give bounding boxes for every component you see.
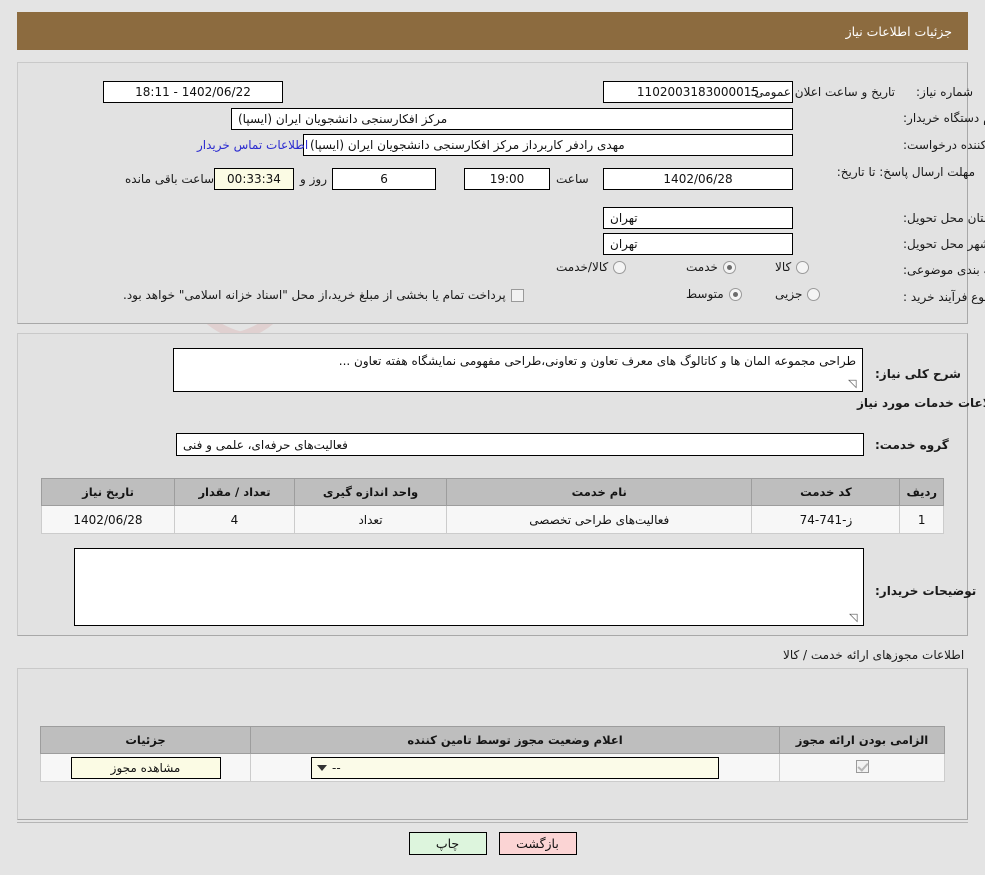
hour-label: ساعت: [556, 172, 589, 186]
category-option-label: کالا: [775, 260, 792, 274]
remaining-label: ساعت باقی مانده: [125, 172, 215, 186]
radio-icon[interactable]: [728, 287, 742, 301]
province-label: استان محل تحویل:: [903, 211, 985, 225]
table-cell: 1402/06/28: [41, 505, 175, 534]
category-option-kala[interactable]: کالا: [775, 260, 810, 274]
table-row: 1 ز-741-74 فعالیت‌های طراحی تخصصی تعداد 4 140…: [41, 505, 944, 534]
buyer-notes-label: توضیحات خریدار:: [875, 584, 977, 598]
license-required-cell: [779, 753, 945, 782]
licenses-section-label: اطلاعات مجوزهای ارائه خدمت / کالا: [783, 648, 965, 662]
footer-divider: [17, 822, 968, 823]
need-number-label: شماره نیاز:: [916, 85, 973, 99]
process-option-motavaset[interactable]: متوسط: [686, 287, 742, 301]
need-desc-label: شرح کلی نیاز:: [875, 367, 961, 381]
table-cell: 4: [174, 505, 295, 534]
column-header: اعلام وضعیت مجوز توسط تامین کننده: [250, 726, 780, 754]
services-table: ردیف کد خدمت نام خدمت واحد اندازه گیری تعداد…: [41, 478, 944, 534]
license-status-cell: --: [250, 753, 780, 782]
page-title-text: جزئیات اطلاعات نیاز: [845, 23, 952, 39]
need-desc-textarea[interactable]: طراحی مجموعه المان ها و کاتالوگ های معرف…: [173, 348, 863, 392]
footer-buttons: بازگشت چاپ: [0, 832, 985, 855]
column-header: کد خدمت: [751, 478, 901, 506]
table-header-row: الزامی بودن ارائه مجوز اعلام وضعیت مجوز ت…: [40, 726, 945, 754]
process-label: نوع فرآیند خرید :: [903, 290, 985, 304]
deadline-time-value: 19:00: [464, 168, 550, 190]
page-title: جزئیات اطلاعات نیاز: [17, 12, 968, 50]
category-option-kala-khedmat[interactable]: کالا/خدمت: [556, 260, 627, 274]
deadline-label: مهلت ارسال پاسخ: تا تاریخ:: [836, 165, 975, 179]
table-cell: تعداد: [294, 505, 447, 534]
column-header: واحد اندازه گیری: [294, 478, 447, 506]
announce-value: 1402/06/22 - 18:11: [103, 81, 283, 103]
radio-icon[interactable]: [796, 260, 810, 274]
resize-grip-icon[interactable]: ◸: [848, 377, 860, 390]
requester-label: ایجاد کننده درخواست:: [903, 138, 985, 152]
radio-icon[interactable]: [807, 287, 821, 301]
deadline-date-value: 1402/06/28: [603, 168, 793, 190]
buyer-notes-textarea[interactable]: ◸: [74, 548, 864, 626]
radio-icon[interactable]: [613, 260, 627, 274]
service-group-value: فعالیت‌های حرفه‌ای، علمی و فنی: [176, 433, 864, 456]
process-option-label: متوسط: [686, 287, 724, 301]
table-cell: ز-741-74: [751, 505, 901, 534]
checkbox-icon: [855, 759, 869, 773]
requester-value: مهدی رادفر کاربرداز مرکز افکارسنجی دانشج…: [303, 134, 793, 156]
service-group-label: گروه خدمت:: [875, 438, 949, 452]
days-label: روز و: [300, 172, 327, 186]
countdown-value: 00:33:34: [214, 168, 294, 190]
column-header: ردیف: [899, 478, 944, 506]
column-header: نام خدمت: [445, 478, 753, 506]
treasury-checkbox-row[interactable]: پرداخت تمام یا بخشی از مبلغ خرید،از محل …: [123, 288, 524, 302]
license-status-value: --: [332, 760, 341, 775]
chevron-down-icon: [317, 764, 327, 771]
view-license-button[interactable]: مشاهده مجوز: [70, 756, 221, 779]
announce-label: تاریخ و ساعت اعلان عمومی:: [750, 85, 895, 99]
back-button[interactable]: بازگشت: [498, 832, 577, 855]
buyer-org-value: مرکز افکارسنجی دانشجویان ایران (ایسپا): [231, 108, 793, 130]
checkbox-icon[interactable]: [510, 288, 524, 302]
remaining-days-value: 6: [332, 168, 436, 190]
table-header-row: ردیف کد خدمت نام خدمت واحد اندازه گیری تعداد…: [41, 478, 944, 506]
table-cell: 1: [899, 505, 944, 534]
province-value: تهران: [603, 207, 793, 229]
process-option-label: جزیی: [775, 287, 803, 301]
category-label: طبقه بندی موضوعی:: [903, 263, 985, 277]
licenses-table: الزامی بودن ارائه مجوز اعلام وضعیت مجوز ت…: [40, 726, 945, 782]
city-value: تهران: [603, 233, 793, 255]
resize-grip-icon[interactable]: ◸: [849, 611, 861, 624]
print-button[interactable]: چاپ: [408, 832, 487, 855]
buyer-contact-link[interactable]: اطلاعات تماس خریدار: [197, 138, 308, 152]
category-option-khedmat[interactable]: خدمت: [686, 260, 736, 274]
process-option-jozei[interactable]: جزیی: [775, 287, 821, 301]
column-header: جزئیات: [40, 726, 251, 754]
city-label: شهر محل تحویل:: [903, 237, 985, 251]
category-option-label: کالا/خدمت: [556, 260, 609, 274]
license-status-select[interactable]: --: [311, 756, 719, 779]
table-cell: فعالیت‌های طراحی تخصصی: [445, 505, 753, 534]
license-detail-cell: مشاهده مجوز: [40, 753, 251, 782]
column-header: تاریخ نیاز: [41, 478, 175, 506]
services-section-header: اطلاعات خدمات مورد نیاز: [857, 396, 985, 410]
column-header: الزامی بودن ارائه مجوز: [779, 726, 945, 754]
treasury-text: پرداخت تمام یا بخشی از مبلغ خرید،از محل …: [123, 288, 506, 302]
need-desc-value: طراحی مجموعه المان ها و کاتالوگ های معرف…: [338, 354, 856, 368]
radio-icon[interactable]: [722, 260, 736, 274]
buyer-org-label: نام دستگاه خریدار:: [903, 111, 985, 125]
page-root: AriaTender.net جزئیات اطلاعات نیاز شماره…: [0, 0, 985, 875]
column-header: تعداد / مقدار: [174, 478, 295, 506]
table-row: -- مشاهده مجوز: [40, 753, 945, 782]
category-option-label: خدمت: [686, 260, 718, 274]
